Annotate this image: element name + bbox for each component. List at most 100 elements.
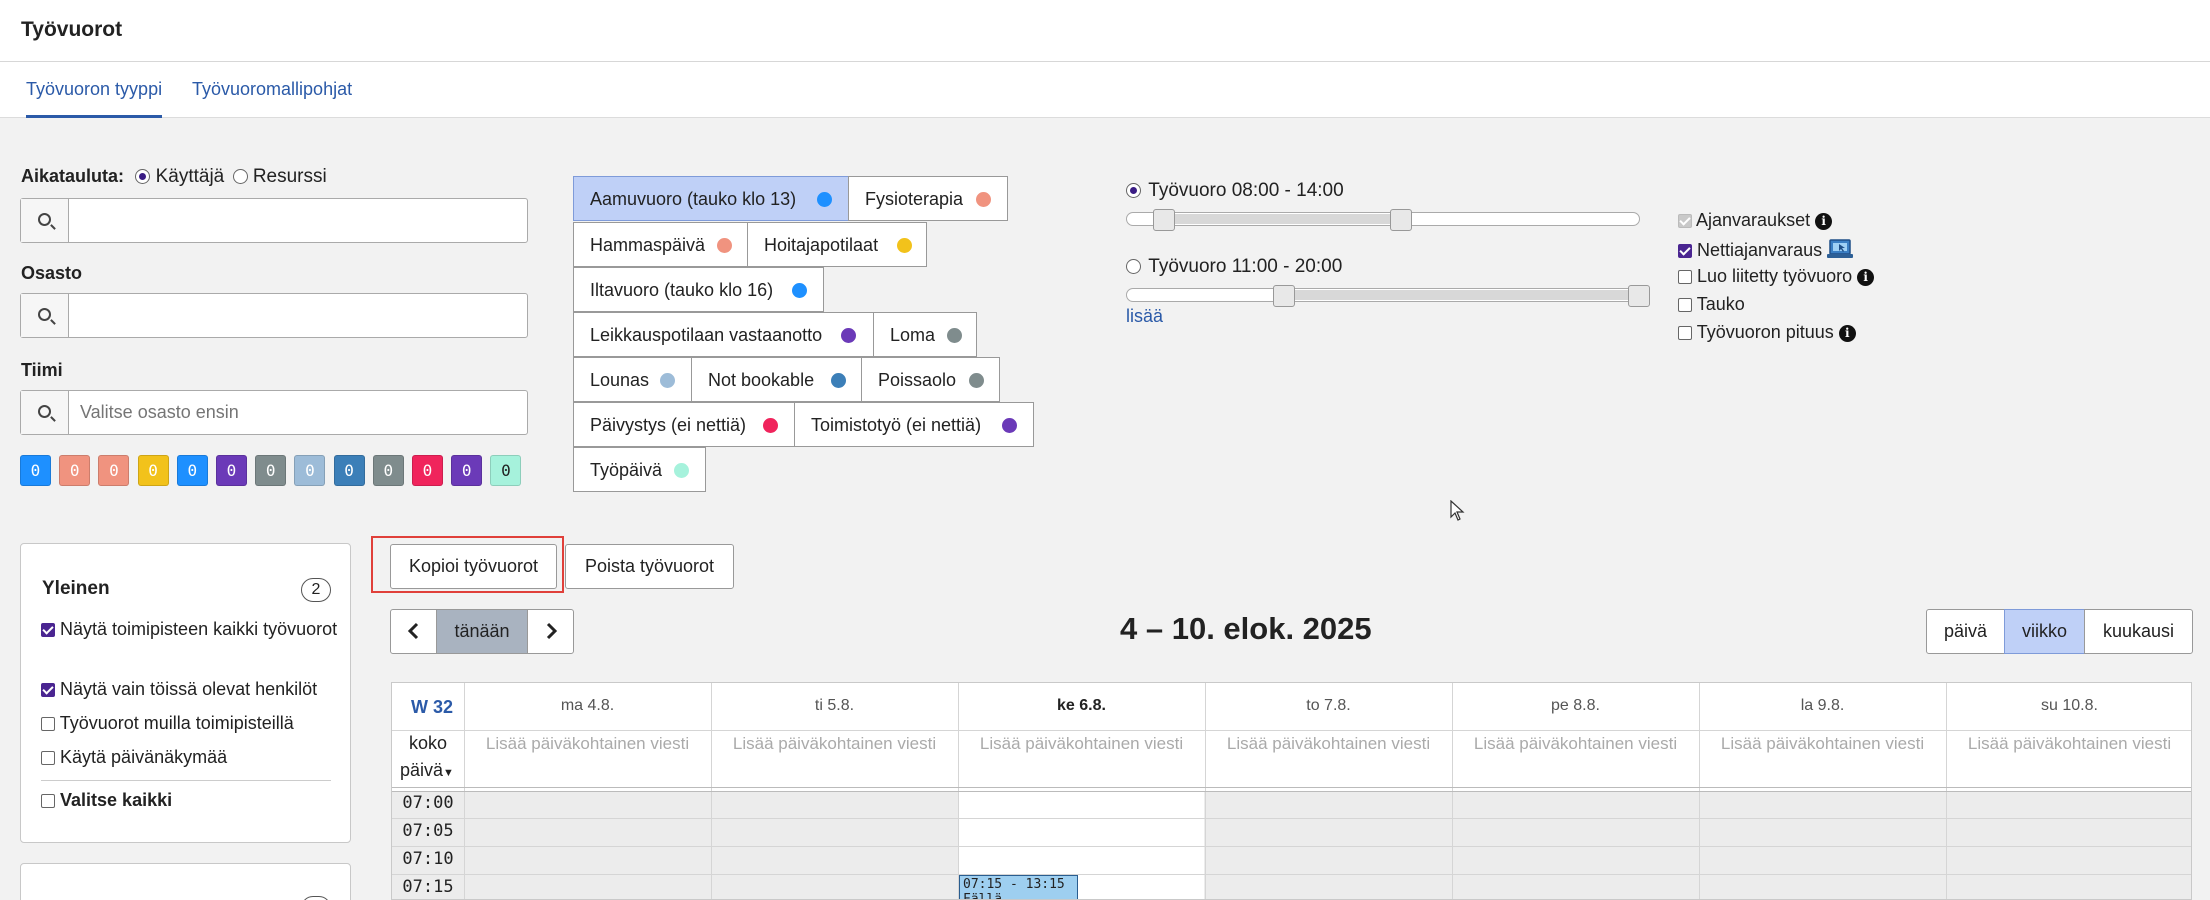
- shift-type-paivystys[interactable]: Päivystys (ei nettiä): [573, 402, 795, 447]
- shift-type-fysioterapia[interactable]: Fysioterapia: [848, 176, 1008, 221]
- color-counter: 0: [294, 455, 326, 486]
- search-icon[interactable]: [21, 199, 69, 242]
- view-week-button[interactable]: viikko: [2004, 609, 2085, 654]
- all-day-label-2: päivä▼: [400, 760, 454, 781]
- day-header[interactable]: su 10.8.: [1946, 697, 2191, 715]
- general-item-all-shifts[interactable]: Näytä toimipisteen kaikki työvuorot: [41, 616, 341, 643]
- add-more-link[interactable]: lisää: [1126, 306, 1163, 327]
- slider-start-handle[interactable]: [1273, 285, 1295, 307]
- radio-shift-range-2[interactable]: [1126, 259, 1141, 274]
- checkbox[interactable]: [1678, 244, 1692, 258]
- calendar-range-title: 4 – 10. elok. 2025: [1120, 611, 1372, 646]
- shift-type-leikkauspotilaan[interactable]: Leikkauspotilaan vastaanotto: [573, 312, 874, 357]
- color-dot: [976, 192, 991, 207]
- day-note-input[interactable]: Lisää päiväkohtainen viesti: [1205, 734, 1452, 754]
- day-header[interactable]: ke 6.8.: [958, 697, 1205, 715]
- slider-end-handle[interactable]: [1628, 285, 1650, 307]
- shift-range-1-slider[interactable]: [1126, 209, 1640, 231]
- day-header[interactable]: la 9.8.: [1699, 697, 1946, 715]
- view-month-button[interactable]: kuukausi: [2084, 609, 2193, 654]
- checkbox[interactable]: [1678, 270, 1692, 284]
- color-counter: 0: [412, 455, 443, 486]
- shift-type-hammaspaiva[interactable]: Hammaspäivä: [573, 222, 748, 267]
- shift-type-poissaolo[interactable]: Poissaolo: [861, 357, 1000, 402]
- shift-range-2-slider[interactable]: [1126, 285, 1650, 307]
- week-number: W 32: [411, 697, 454, 717]
- tab-shift-templates[interactable]: Työvuoromallipohjat: [192, 79, 352, 100]
- radio-shift-range-1[interactable]: [1126, 183, 1141, 198]
- color-dot: [792, 283, 807, 298]
- selected-count-badge: 2: [301, 578, 331, 602]
- checkbox[interactable]: [41, 794, 55, 808]
- checkbox[interactable]: [1678, 214, 1692, 228]
- day-note-input[interactable]: Lisää päiväkohtainen viesti: [1452, 734, 1699, 754]
- today-button[interactable]: tänään: [436, 609, 528, 654]
- search-icon[interactable]: [21, 391, 69, 434]
- day-note-input[interactable]: Lisää päiväkohtainen viesti: [464, 734, 711, 754]
- copy-shifts-button[interactable]: Kopioi työvuorot: [390, 544, 557, 589]
- info-icon[interactable]: i: [1815, 213, 1833, 230]
- mouse-cursor-icon: [1450, 500, 1465, 521]
- shift-type-tyopaiva[interactable]: Työpäivä: [573, 447, 706, 492]
- checkbox[interactable]: [41, 751, 55, 765]
- shift-type-not-bookable[interactable]: Not bookable: [691, 357, 862, 402]
- select-all[interactable]: Valitse kaikki: [41, 787, 172, 814]
- day-header[interactable]: ti 5.8.: [711, 697, 958, 715]
- search-icon[interactable]: [21, 294, 69, 337]
- option-appointments[interactable]: Ajanvaraukset i: [1678, 210, 1833, 231]
- slider-start-handle[interactable]: [1153, 209, 1175, 231]
- shift-event[interactable]: 07:15 - 13:15 Fällä: [959, 875, 1078, 899]
- next-week-button[interactable]: [527, 609, 574, 654]
- shift-type-hoitajapotilaat[interactable]: Hoitajapotilaat: [747, 222, 927, 267]
- radio-user-label: Käyttäjä: [155, 166, 225, 187]
- tab-shift-type[interactable]: Työvuoron tyyppi: [26, 79, 163, 118]
- caret-down-icon[interactable]: ▼: [443, 767, 454, 779]
- shift-type-toimistotyo[interactable]: Toimistotyö (ei nettiä): [794, 402, 1034, 447]
- checkbox[interactable]: [1678, 298, 1692, 312]
- prev-week-button[interactable]: [390, 609, 437, 654]
- title-bar: Työvuorot: [0, 0, 2210, 62]
- team-input[interactable]: [70, 391, 525, 434]
- color-dot: [660, 373, 675, 388]
- checkbox[interactable]: [1678, 326, 1692, 340]
- day-note-input[interactable]: Lisää päiväkohtainen viesti: [1946, 734, 2191, 754]
- department-input[interactable]: [70, 294, 525, 337]
- info-icon[interactable]: i: [1838, 325, 1856, 342]
- shift-type-loma[interactable]: Loma: [873, 312, 977, 357]
- shift-type-iltavuoro[interactable]: Iltavuoro (tauko klo 16): [573, 267, 824, 312]
- day-note-input[interactable]: Lisää päiväkohtainen viesti: [1699, 734, 1946, 754]
- info-icon[interactable]: i: [1857, 269, 1875, 286]
- shift-type-label: Aamuvuoro (tauko klo 13): [590, 189, 797, 209]
- checkbox[interactable]: [41, 683, 55, 697]
- checkbox[interactable]: [41, 717, 55, 731]
- day-note-input[interactable]: Lisää päiväkohtainen viesti: [711, 734, 958, 754]
- option-linked-shift[interactable]: Luo liitetty työvuoro i: [1678, 266, 1875, 287]
- slider-end-handle[interactable]: [1390, 209, 1412, 231]
- color-dot: [817, 192, 832, 207]
- day-note-input[interactable]: Lisää päiväkohtainen viesti: [958, 734, 1205, 754]
- web-booking-icon: [1827, 239, 1854, 258]
- day-header[interactable]: ma 4.8.: [464, 697, 711, 715]
- option-label: Ajanvaraukset: [1696, 210, 1811, 230]
- user-search-input[interactable]: [70, 199, 525, 242]
- radio-resource-label: Resurssi: [252, 166, 327, 187]
- option-web-booking[interactable]: Nettiajanvaraus: [1678, 238, 1854, 261]
- day-header[interactable]: to 7.8.: [1205, 697, 1452, 715]
- shift-type-aamuvuoro[interactable]: Aamuvuoro (tauko klo 13): [573, 176, 849, 221]
- radio-resource[interactable]: [232, 169, 248, 184]
- general-item-day-view[interactable]: Käytä päivänäkymää: [41, 744, 351, 771]
- team-label: Tiimi: [21, 360, 63, 380]
- color-dot: [969, 373, 984, 388]
- view-day-button[interactable]: päivä: [1926, 609, 2005, 654]
- day-header[interactable]: pe 8.8.: [1452, 697, 1699, 715]
- color-dot: [674, 463, 689, 478]
- checkbox[interactable]: [41, 623, 55, 637]
- radio-user[interactable]: [135, 169, 151, 184]
- option-shift-length[interactable]: Työvuoron pituus i: [1678, 322, 1856, 343]
- shift-type-lounas[interactable]: Lounas: [573, 357, 692, 402]
- schedule-label: Aikatauluta:: [21, 166, 125, 186]
- general-item-working-only[interactable]: Näytä vain töissä olevat henkilöt: [41, 676, 351, 703]
- delete-shifts-button[interactable]: Poista työvuorot: [565, 544, 734, 589]
- general-item-other-sites[interactable]: Työvuorot muilla toimipisteillä: [41, 710, 351, 737]
- option-break[interactable]: Tauko: [1678, 294, 1745, 315]
